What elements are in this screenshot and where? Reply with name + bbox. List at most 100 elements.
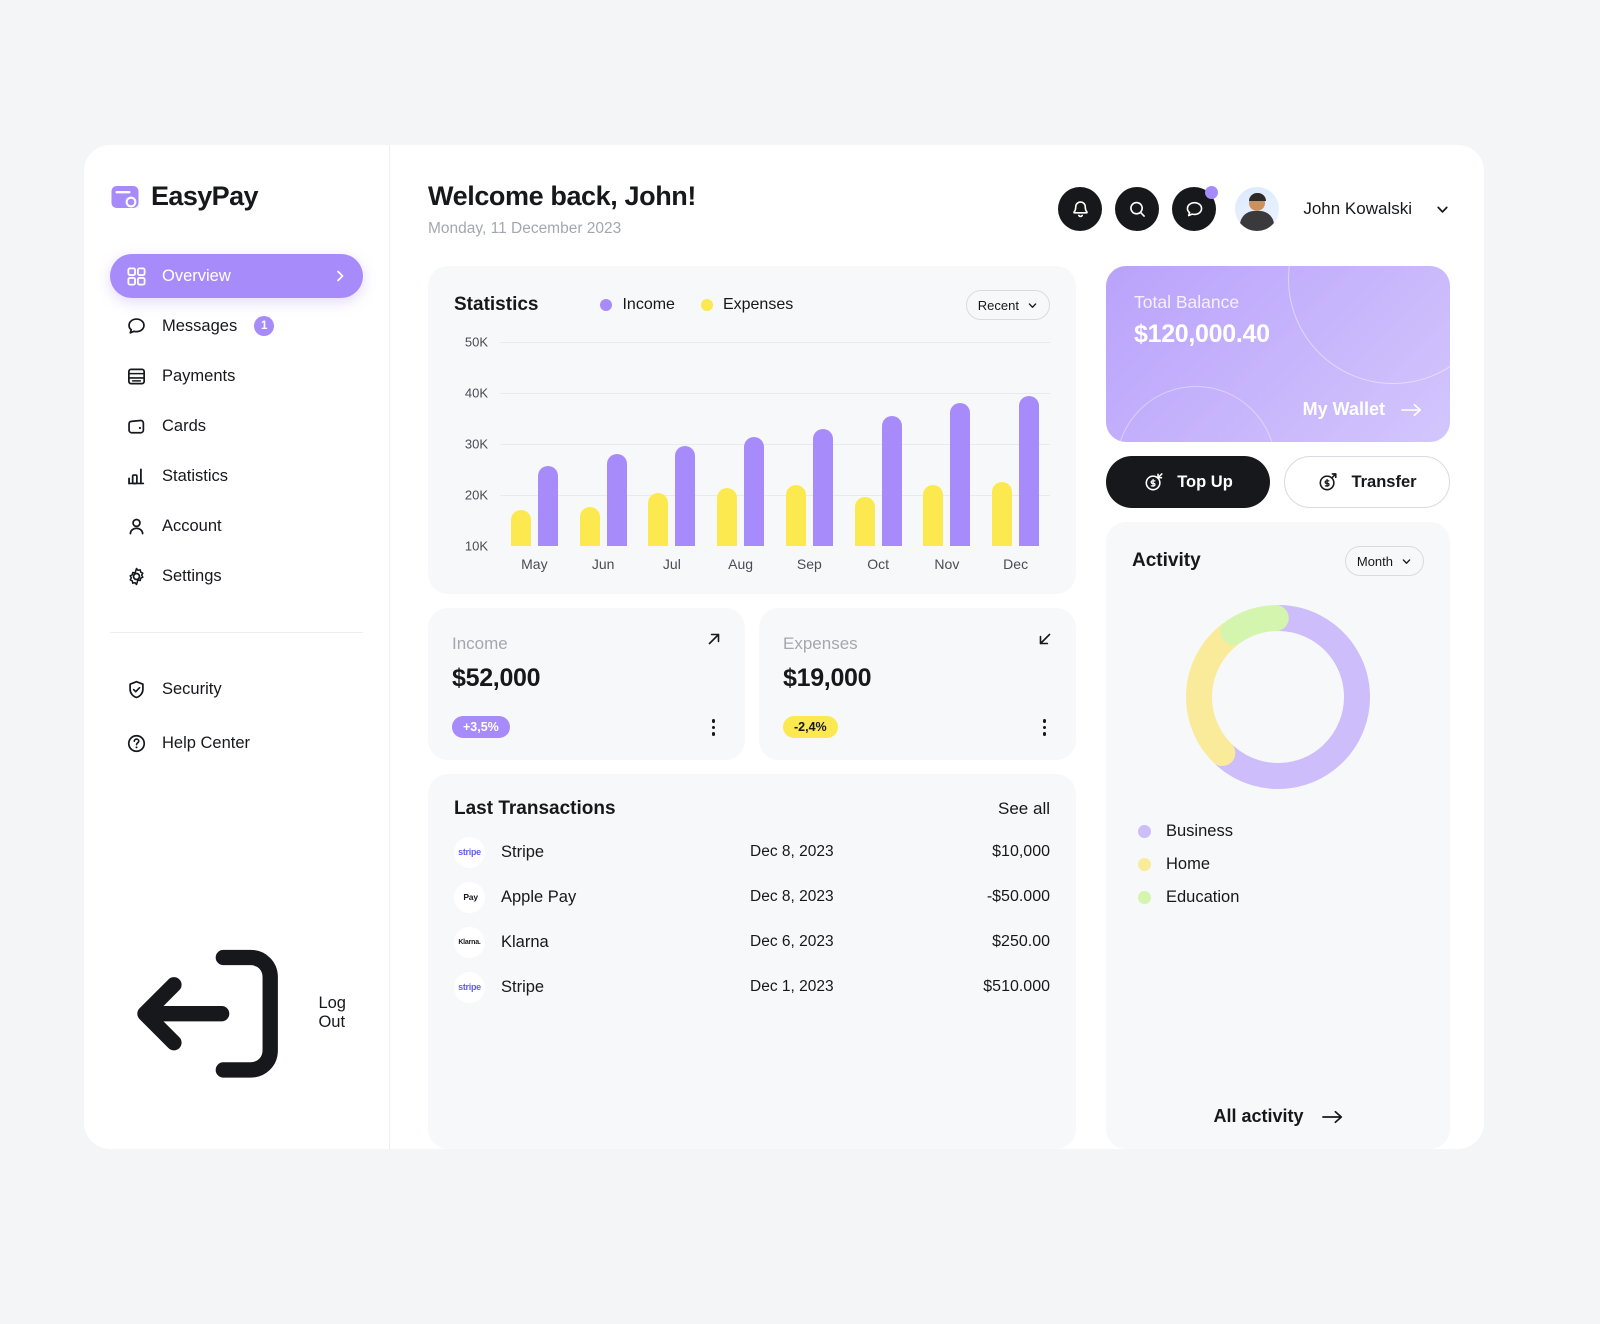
chart-bar-income	[812, 428, 833, 546]
sidebar-item-payments[interactable]: Payments	[110, 354, 363, 398]
sidebar-item-label: Payments	[162, 366, 236, 385]
messages-button[interactable]	[1172, 186, 1219, 231]
activity-range-select[interactable]: Month	[1344, 546, 1424, 576]
top-up-button[interactable]: Top Up	[1106, 456, 1270, 508]
transaction-amount: $250.00	[992, 933, 1050, 950]
transactions-header: Last Transactions See all	[454, 798, 1050, 820]
balance-label: Total Balance	[1134, 292, 1240, 312]
sidebar-item-label: Messages	[162, 316, 238, 335]
logout-button[interactable]: Log Out	[110, 920, 363, 1107]
table-row[interactable]: Klarna. Klarna Dec 6, 2023 $250.00	[454, 920, 1050, 965]
statistics-header: Statistics Income Expenses Recent	[454, 290, 1050, 320]
donut-segment	[1212, 605, 1370, 789]
chart-bar-income	[537, 466, 558, 546]
legend-label-expenses: Expenses	[722, 296, 794, 313]
legend-dot	[1138, 858, 1151, 871]
statistics-range-select[interactable]: Recent	[965, 290, 1050, 320]
transaction-amount: -$50.000	[986, 888, 1050, 905]
statistics-range-label: Recent	[977, 297, 1019, 313]
sidebar-item-messages[interactable]: Messages 1	[110, 304, 363, 348]
see-all-link[interactable]: See all	[998, 799, 1050, 819]
sidebar-item-security[interactable]: Security	[110, 667, 363, 711]
notifications-button[interactable]	[1058, 187, 1103, 231]
arrow-down-left-icon[interactable]	[1036, 630, 1054, 648]
chart-x-label: Jul	[662, 556, 681, 572]
topbar: Welcome back, John! Monday, 11 December …	[428, 181, 1450, 238]
table-row[interactable]: stripe Stripe Dec 1, 2023 $510.000	[454, 965, 1050, 1010]
kpi-row: Income $52,000 +3,5% Expenses $19,000 -2…	[428, 608, 1076, 760]
transaction-name: Stripe	[501, 842, 545, 861]
transfer-label: Transfer	[1351, 472, 1417, 491]
decorative-circle-2	[1116, 386, 1276, 442]
income-value: $52,000	[452, 664, 541, 692]
transaction-logo-stripe-icon: stripe	[454, 836, 485, 868]
legend-expenses: Expenses	[700, 296, 794, 314]
all-activity-link[interactable]: All activity	[1132, 1088, 1424, 1127]
expenses-menu-button[interactable]	[1037, 715, 1053, 740]
chat-bubble-icon	[128, 317, 145, 334]
app-window: EasyPay Overview Messages 1 Payments Car…	[84, 145, 1484, 1149]
dollar-circle-in-icon	[1145, 473, 1163, 491]
avatar-hair	[1248, 193, 1266, 201]
chart-y-tick: 10K	[464, 538, 488, 554]
sidebar-item-cards[interactable]: Cards	[110, 404, 363, 448]
shield-check-icon	[129, 680, 144, 698]
sidebar-item-overview[interactable]: Overview	[110, 254, 363, 298]
chart-y-tick: 30K	[464, 436, 488, 452]
statistics-card: Statistics Income Expenses Recent 10K 20…	[428, 266, 1076, 594]
sidebar-item-label: Statistics	[162, 466, 229, 485]
my-wallet-link[interactable]: My Wallet	[1303, 399, 1422, 420]
sidebar-divider	[110, 632, 363, 633]
transfer-button[interactable]: Transfer	[1284, 456, 1450, 508]
avatar[interactable]	[1235, 187, 1280, 231]
quick-actions: Top Up Transfer	[1106, 456, 1450, 508]
chart-bar-expenses	[992, 481, 1013, 546]
dollar-circle-out-icon	[1319, 473, 1338, 491]
transaction-date: Dec 8, 2023	[750, 843, 834, 860]
bell-icon	[1072, 200, 1088, 217]
sidebar-item-account[interactable]: Account	[110, 504, 363, 548]
activity-legend-label: Business	[1166, 822, 1233, 840]
sidebar-item-label: Overview	[162, 266, 231, 285]
sidebar-item-statistics[interactable]: Statistics	[110, 454, 363, 498]
avatar-body	[1240, 211, 1275, 231]
chart-plot-area	[500, 342, 1050, 546]
chart-y-tick: 20K	[464, 487, 488, 503]
chevron-down-icon	[1402, 558, 1411, 564]
transaction-logo-stripe-icon: stripe	[454, 971, 485, 1003]
chevron-down-icon[interactable]	[1435, 202, 1450, 217]
transaction-amount: $10,000	[992, 843, 1050, 860]
page-date: Monday, 11 December 2023	[428, 220, 622, 237]
expenses-card: Expenses $19,000 -2,4%	[759, 608, 1076, 760]
main-content: Welcome back, John! Monday, 11 December …	[390, 145, 1484, 1149]
table-row[interactable]: Pay Apple Pay Dec 8, 2023 -$50.000	[454, 875, 1050, 920]
activity-legend-label: Home	[1166, 855, 1211, 873]
expenses-footer: -2,4%	[783, 715, 1052, 740]
chart-bar-expenses	[648, 492, 669, 546]
chart-x-label: Jun	[591, 556, 615, 572]
sidebar-item-label: Cards	[162, 416, 207, 435]
transaction-date: Dec 1, 2023	[750, 978, 834, 995]
activity-legend-item: Education	[1138, 888, 1424, 907]
chart-bar-income	[606, 454, 627, 546]
arrow-up-right-icon[interactable]	[705, 630, 723, 648]
question-circle-icon	[127, 734, 146, 752]
sidebar-item-help-center[interactable]: Help Center	[110, 721, 363, 765]
transaction-date: Dec 8, 2023	[750, 888, 834, 905]
transaction-name: Apple Pay	[501, 887, 577, 906]
table-row[interactable]: stripe Stripe Dec 8, 2023 $10,000	[454, 830, 1050, 875]
brand: EasyPay	[84, 181, 389, 212]
legend-dot	[1138, 891, 1151, 904]
search-button[interactable]	[1115, 187, 1160, 231]
chart-bar-expenses	[579, 507, 600, 546]
gear-icon	[129, 567, 144, 585]
sidebar-nav-secondary: Security Help Center	[84, 667, 389, 765]
activity-legend: Business Home Education	[1132, 822, 1424, 907]
logout-icon	[137, 949, 278, 1078]
sidebar-item-settings[interactable]: Settings	[110, 554, 363, 598]
income-menu-button[interactable]	[706, 715, 722, 740]
statistics-title: Statistics	[454, 294, 539, 315]
transactions-list: stripe Stripe Dec 8, 2023 $10,000 Pay Apple …	[454, 830, 1050, 1010]
expenses-chip: -2,4%	[783, 716, 838, 739]
chart-bar-expenses	[717, 488, 738, 546]
